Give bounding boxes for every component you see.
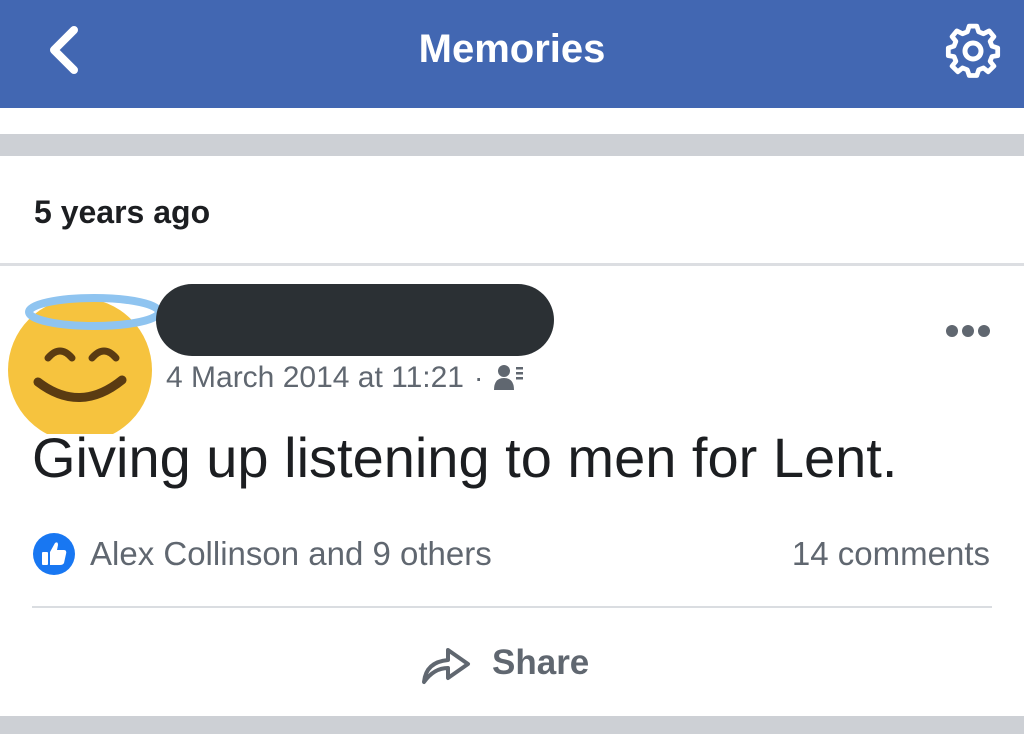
share-arrow-icon [422, 648, 470, 684]
meta-separator: · [473, 362, 484, 393]
share-label: Share [492, 643, 590, 682]
top-spacer [0, 108, 1024, 134]
reactions-summary[interactable]: Alex Collinson and 9 others [32, 532, 492, 576]
comments-count[interactable]: 14 comments [792, 534, 990, 574]
chevron-left-icon [50, 26, 78, 74]
post-actions-divider [32, 606, 992, 608]
share-button[interactable]: Share [418, 636, 589, 690]
gear-icon [945, 23, 1001, 78]
avatar[interactable] [4, 286, 166, 442]
memories-section-header: 5 years ago [0, 156, 1024, 264]
post-metadata: 4 March 2014 at 11:21 · [166, 360, 525, 396]
back-button[interactable] [36, 22, 96, 78]
more-options-icon [946, 325, 990, 337]
more-options-button[interactable] [938, 316, 998, 346]
top-navigation-bar: Memories [0, 0, 1024, 108]
like-icon [33, 533, 75, 575]
page-title: Memories [418, 27, 606, 71]
section-header-label: 5 years ago [34, 194, 211, 230]
author-name-redacted[interactable] [156, 284, 554, 356]
post-timestamp[interactable]: 4 March 2014 at 11:21 [166, 361, 464, 395]
smiling-face-with-halo-emoji [8, 294, 163, 442]
post-text: Giving up listening to men for Lent. [32, 426, 898, 489]
bottom-separator [0, 716, 1024, 734]
reactions-text: Alex Collinson and 9 others [90, 535, 492, 572]
friends-audience-icon[interactable] [493, 363, 525, 393]
memory-post: 4 March 2014 at 11:21 · Giving up listen… [0, 266, 1024, 716]
settings-button[interactable] [940, 20, 1006, 82]
section-separator [0, 134, 1024, 156]
